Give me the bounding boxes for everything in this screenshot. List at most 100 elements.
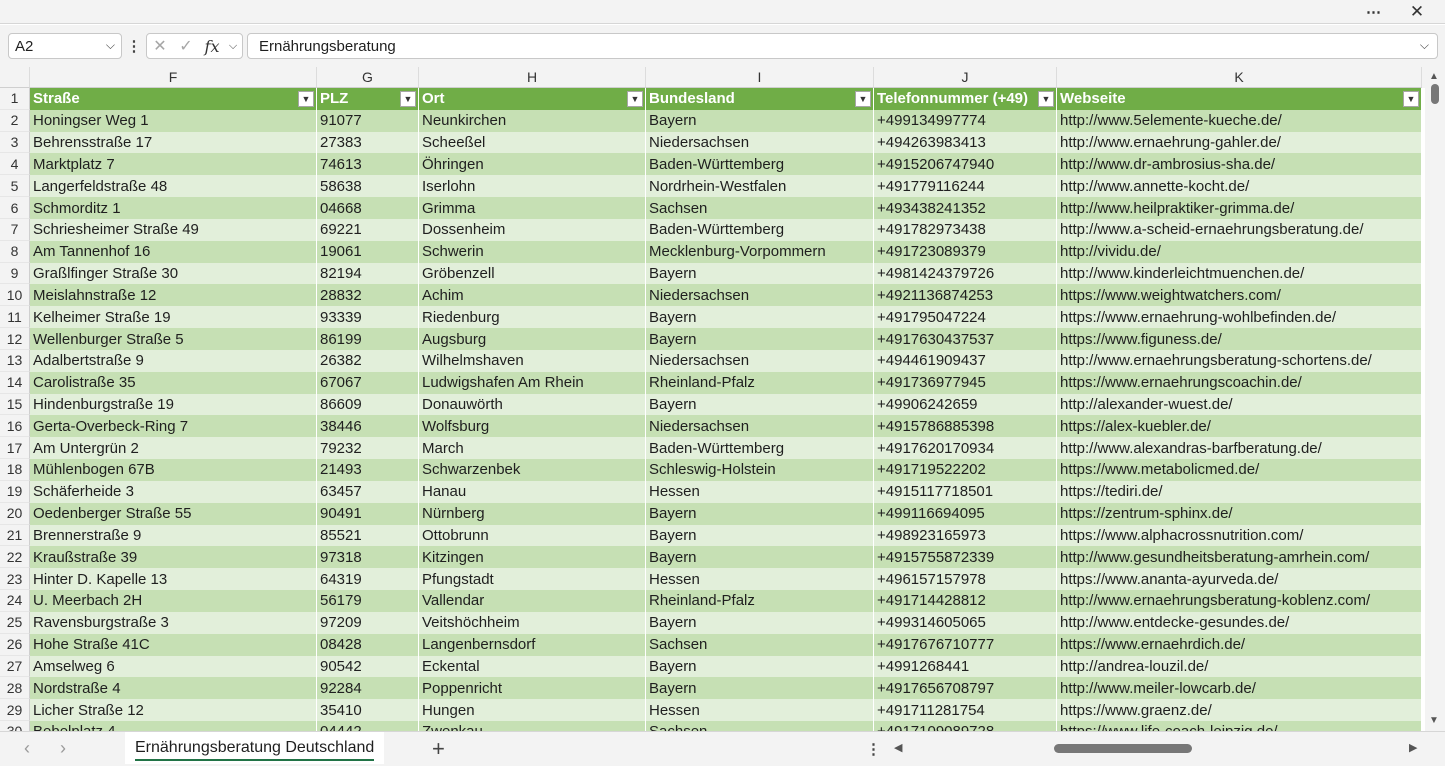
- table-cell[interactable]: Schwerin: [419, 240, 646, 263]
- table-cell[interactable]: Bayern: [646, 611, 874, 634]
- table-cell[interactable]: +4915786885398: [874, 415, 1057, 438]
- table-cell[interactable]: Sachsen: [646, 633, 874, 656]
- table-cell[interactable]: +4917656708797: [874, 677, 1057, 700]
- row-number[interactable]: 14: [0, 371, 30, 394]
- table-cell[interactable]: Langerfeldstraße 48: [30, 175, 317, 198]
- row-number[interactable]: 29: [0, 699, 30, 722]
- table-cell[interactable]: +4917630437537: [874, 328, 1057, 350]
- table-cell[interactable]: 85521: [317, 524, 419, 547]
- table-cell[interactable]: Bayern: [646, 524, 874, 547]
- table-cell[interactable]: Bebelplatz 4: [30, 721, 317, 731]
- table-cell[interactable]: Bayern: [646, 546, 874, 569]
- table-cell[interactable]: Adalbertstraße 9: [30, 349, 317, 372]
- table-cell[interactable]: Augsburg: [419, 328, 646, 350]
- table-cell[interactable]: 74613: [317, 153, 419, 176]
- row-number[interactable]: 7: [0, 218, 30, 241]
- table-cell[interactable]: Bayern: [646, 262, 874, 285]
- table-cell[interactable]: Iserlohn: [419, 175, 646, 198]
- table-cell[interactable]: Wilhelmshaven: [419, 349, 646, 372]
- table-cell[interactable]: Bayern: [646, 677, 874, 700]
- table-cell[interactable]: Schleswig-Holstein: [646, 459, 874, 481]
- table-cell[interactable]: Poppenricht: [419, 677, 646, 700]
- table-cell[interactable]: 27383: [317, 131, 419, 154]
- cancel-icon[interactable]: ✕: [147, 34, 173, 58]
- table-cell[interactable]: Öhringen: [419, 153, 646, 176]
- scroll-right-icon[interactable]: ▶: [1409, 741, 1417, 754]
- table-cell[interactable]: Gröbenzell: [419, 262, 646, 285]
- table-cell[interactable]: Bayern: [646, 502, 874, 525]
- table-cell[interactable]: Wellenburger Straße 5: [30, 328, 317, 350]
- table-cell[interactable]: Honingser Weg 1: [30, 109, 317, 132]
- table-cell[interactable]: https://www.metabolicmed.de/: [1057, 459, 1422, 481]
- table-cell[interactable]: Vallendar: [419, 590, 646, 612]
- table-cell[interactable]: Schwarzenbek: [419, 459, 646, 481]
- table-cell[interactable]: +494263983413: [874, 131, 1057, 154]
- previous-sheet-icon[interactable]: ‹: [24, 738, 30, 759]
- formula-input[interactable]: Ernährungsberatung ⌵: [247, 33, 1438, 59]
- table-cell[interactable]: Niedersachsen: [646, 131, 874, 154]
- table-cell[interactable]: Bayern: [646, 109, 874, 132]
- horizontal-scroll-thumb[interactable]: [1054, 744, 1192, 753]
- table-cell[interactable]: https://zentrum-sphinx.de/: [1057, 502, 1422, 525]
- table-cell[interactable]: Niedersachsen: [646, 415, 874, 438]
- table-cell[interactable]: Sachsen: [646, 197, 874, 219]
- table-cell[interactable]: +491711281754: [874, 699, 1057, 722]
- table-cell[interactable]: Kelheimer Straße 19: [30, 306, 317, 329]
- table-cell[interactable]: http://www.ernaehrungsberatung-koblenz.c…: [1057, 590, 1422, 612]
- table-cell[interactable]: Nordrhein-Westfalen: [646, 175, 874, 198]
- row-number[interactable]: 6: [0, 197, 30, 219]
- table-cell[interactable]: +4917109089728: [874, 721, 1057, 731]
- row-number[interactable]: 19: [0, 480, 30, 503]
- filter-dropdown-icon[interactable]: ▼: [1038, 91, 1054, 107]
- table-cell[interactable]: 69221: [317, 218, 419, 241]
- table-cell[interactable]: https://www.ernaehrungscoachin.de/: [1057, 371, 1422, 394]
- row-number[interactable]: 9: [0, 262, 30, 285]
- formula-bar-options-icon[interactable]: ⋮: [127, 33, 142, 59]
- table-cell[interactable]: Wolfsburg: [419, 415, 646, 438]
- row-number[interactable]: 22: [0, 546, 30, 569]
- table-cell[interactable]: http://andrea-louzil.de/: [1057, 655, 1422, 678]
- table-cell[interactable]: http://www.annette-kocht.de/: [1057, 175, 1422, 198]
- table-cell[interactable]: 21493: [317, 459, 419, 481]
- table-cell[interactable]: 86609: [317, 393, 419, 416]
- table-cell[interactable]: Ravensburgstraße 3: [30, 611, 317, 634]
- table-cell[interactable]: 82194: [317, 262, 419, 285]
- table-cell[interactable]: +4915755872339: [874, 546, 1057, 569]
- table-cell[interactable]: 97318: [317, 546, 419, 569]
- table-cell[interactable]: 79232: [317, 437, 419, 460]
- table-cell[interactable]: Bayern: [646, 393, 874, 416]
- table-cell[interactable]: http://www.5elemente-kueche.de/: [1057, 109, 1422, 132]
- header-cell[interactable]: Webseite ▼: [1057, 88, 1422, 110]
- row-number[interactable]: 10: [0, 284, 30, 307]
- row-number[interactable]: 20: [0, 502, 30, 525]
- table-cell[interactable]: Ottobrunn: [419, 524, 646, 547]
- table-cell[interactable]: +491736977945: [874, 371, 1057, 394]
- sheet-options-icon[interactable]: ⋮: [866, 740, 881, 758]
- table-cell[interactable]: Hessen: [646, 480, 874, 503]
- table-cell[interactable]: 08428: [317, 633, 419, 656]
- table-cell[interactable]: https://tediri.de/: [1057, 480, 1422, 503]
- table-cell[interactable]: +4921136874253: [874, 284, 1057, 307]
- table-cell[interactable]: Nürnberg: [419, 502, 646, 525]
- row-number[interactable]: 13: [0, 349, 30, 372]
- row-number[interactable]: 3: [0, 131, 30, 154]
- table-cell[interactable]: https://alex-kuebler.de/: [1057, 415, 1422, 438]
- table-cell[interactable]: +491723089379: [874, 240, 1057, 263]
- table-cell[interactable]: 97209: [317, 611, 419, 634]
- table-cell[interactable]: Meislahnstraße 12: [30, 284, 317, 307]
- column-header[interactable]: I: [646, 67, 874, 88]
- table-cell[interactable]: Niedersachsen: [646, 284, 874, 307]
- table-cell[interactable]: https://www.weightwatchers.com/: [1057, 284, 1422, 307]
- table-cell[interactable]: Niedersachsen: [646, 349, 874, 372]
- table-cell[interactable]: Behrensstraße 17: [30, 131, 317, 154]
- table-cell[interactable]: Hohe Straße 41C: [30, 633, 317, 656]
- row-number[interactable]: 18: [0, 459, 30, 481]
- table-cell[interactable]: +491779116244: [874, 175, 1057, 198]
- vertical-scroll-thumb[interactable]: [1431, 84, 1439, 104]
- next-sheet-icon[interactable]: ›: [60, 738, 66, 759]
- table-cell[interactable]: March: [419, 437, 646, 460]
- table-cell[interactable]: 04442: [317, 721, 419, 731]
- table-cell[interactable]: Hinter D. Kapelle 13: [30, 568, 317, 591]
- table-cell[interactable]: 63457: [317, 480, 419, 503]
- table-cell[interactable]: 90542: [317, 655, 419, 678]
